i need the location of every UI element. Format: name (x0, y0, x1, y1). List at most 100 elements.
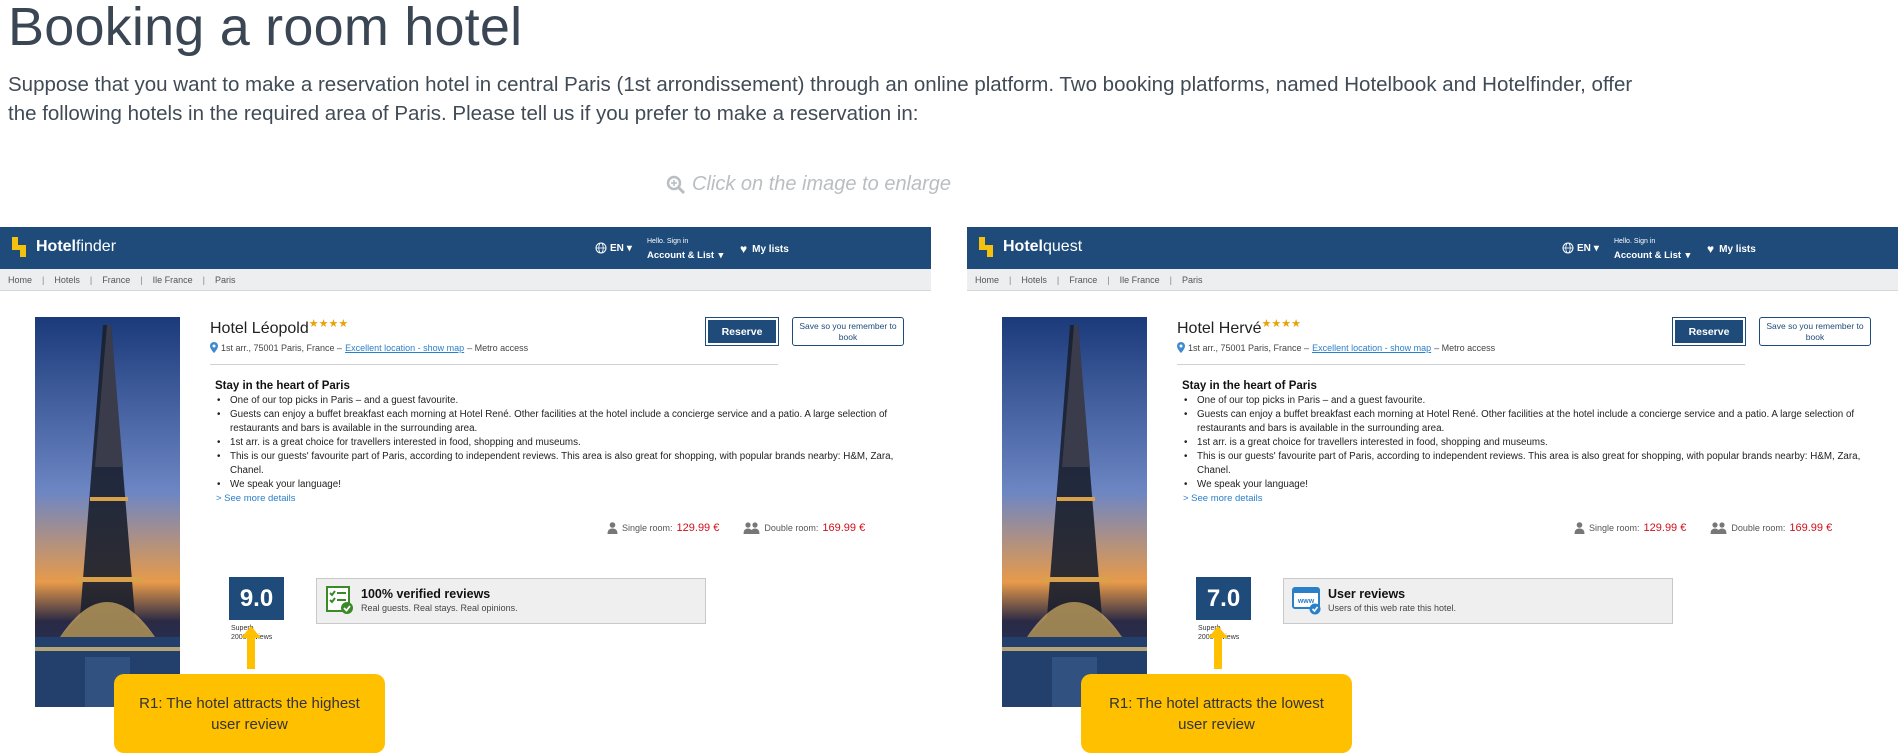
my-lists-link[interactable]: ♥ My lists (740, 242, 789, 256)
breadcrumb-separator: | (202, 274, 205, 285)
hotel-name-label: Hotel Léopold (210, 320, 309, 337)
site-logo[interactable]: Hotel finder (12, 237, 116, 257)
account-label: Account & List (1614, 250, 1682, 261)
breadcrumb-item[interactable]: France (1069, 275, 1097, 285)
single-room-price: 129.99 € (1643, 522, 1687, 534)
hotel-address: 1st arr., 75001 Paris, France – Excellen… (1177, 342, 1495, 353)
breadcrumb-separator: | (1056, 274, 1060, 285)
www-badge-icon: www (1292, 587, 1321, 615)
site-logo[interactable]: Hotel quest (979, 237, 1082, 257)
callout-note: R1: The hotel attracts the highest user … (114, 674, 385, 753)
callout-note: R1: The hotel attracts the lowest user r… (1081, 674, 1352, 753)
enlarge-hint-label: Click on the image to enlarge (692, 173, 952, 195)
see-more-link[interactable]: > See more details (1183, 493, 1262, 504)
review-title: 100% verified reviews (361, 587, 491, 601)
sign-in-greeting: Hello. Sign in (647, 238, 689, 245)
review-info-box: www User reviews Users of this web rate … (1283, 578, 1673, 624)
show-map-link[interactable]: Excellent location - show map (1312, 343, 1431, 353)
map-pin-icon (210, 342, 218, 353)
single-room-label: Single room: (1589, 523, 1640, 533)
map-pin-icon (1177, 342, 1185, 353)
reserve-button[interactable]: Reserve (705, 317, 779, 346)
breadcrumb-separator: | (89, 274, 93, 285)
hotel-name[interactable]: Hotel Léopold★★★★ (210, 318, 349, 338)
chevron-down-icon: ▾ (1593, 242, 1599, 254)
brand-bold: Hotel (36, 238, 76, 255)
breadcrumb-separator: | (42, 274, 45, 285)
breadcrumb-separator: | (1107, 274, 1110, 285)
globe-icon (595, 242, 607, 254)
two-persons-icon (1710, 522, 1727, 534)
my-lists-link[interactable]: ♥ My lists (1707, 242, 1756, 256)
language-label: EN (1577, 242, 1591, 254)
site-header: Hotel quest EN ▾ Hello. Sign in Account &… (967, 227, 1898, 269)
my-lists-label: My lists (1719, 243, 1756, 255)
breadcrumb-item[interactable]: Paris (215, 275, 236, 285)
breadcrumb-item[interactable]: Hotels (54, 275, 80, 285)
breadcrumb-separator: | (140, 274, 143, 285)
account-menu[interactable]: Hello. Sign in Account & List ▾ (1614, 238, 1690, 263)
room-prices: Single room: 129.99 € Double room: 169.9… (1574, 522, 1852, 534)
double-room-label: Double room: (1731, 523, 1786, 533)
up-arrow-icon (241, 626, 261, 669)
reserve-button[interactable]: Reserve (1672, 317, 1746, 346)
breadcrumb-item[interactable]: France (102, 275, 130, 285)
address-text: 1st arr., 75001 Paris, France – (221, 342, 343, 353)
intro-text: Suppose that you want to make a reservat… (8, 73, 1633, 125)
breadcrumb-separator: | (1009, 274, 1012, 285)
globe-icon (1562, 242, 1574, 254)
eiffel-tower-photo[interactable] (35, 317, 180, 707)
description-bullet: One of our top picks in Paris – and a gu… (1184, 394, 1864, 408)
language-selector[interactable]: EN ▾ (595, 242, 632, 254)
description-list: One of our top picks in Paris – and a gu… (217, 394, 897, 492)
breadcrumb-item[interactable]: Home (8, 275, 32, 285)
hotel-address: 1st arr., 75001 Paris, France – Excellen… (210, 342, 528, 353)
my-lists-label: My lists (752, 243, 789, 255)
heart-icon: ♥ (1707, 242, 1715, 256)
description-bullet: This is our guests' favourite part of Pa… (1184, 450, 1864, 478)
description-bullet: We speak your language! (1184, 478, 1864, 492)
breadcrumb-item[interactable]: Ile France (1120, 275, 1160, 285)
hotel-panel-left[interactable]: Hotel finder EN ▾ Hello. Sign in Account … (0, 227, 931, 754)
metro-text: – Metro access (1434, 342, 1496, 353)
breadcrumb-item[interactable]: Ile France (153, 275, 193, 285)
address-text: 1st arr., 75001 Paris, France – (1188, 342, 1310, 353)
enlarge-hint[interactable]: Click on the image to enlarge (666, 173, 951, 196)
see-more-link[interactable]: > See more details (216, 493, 295, 504)
description-bullet: This is our guests' favourite part of Pa… (217, 450, 897, 478)
svg-text:www: www (1297, 598, 1315, 605)
page-title: Booking a room hotel (8, 0, 523, 57)
description-title: Stay in the heart of Paris (215, 380, 350, 392)
double-room-price: 169.99 € (822, 522, 866, 534)
chevron-down-icon: ▾ (718, 250, 724, 261)
hotel-name[interactable]: Hotel Hervé★★★★ (1177, 318, 1301, 338)
show-map-link[interactable]: Excellent location - show map (345, 343, 464, 353)
star-rating: ★★★★ (308, 318, 349, 330)
description-bullet: Guests can enjoy a buffet breakfast each… (217, 408, 897, 436)
up-arrow-icon (1208, 626, 1228, 669)
review-info-box: 100% verified reviews Real guests. Real … (316, 578, 706, 624)
sign-in-greeting: Hello. Sign in (1614, 238, 1656, 245)
double-room-label: Double room: (764, 523, 819, 533)
eiffel-tower-photo[interactable] (1002, 317, 1147, 707)
language-selector[interactable]: EN ▾ (1562, 242, 1599, 254)
breadcrumb-item[interactable]: Paris (1182, 275, 1203, 285)
description-bullet: One of our top picks in Paris – and a gu… (217, 394, 897, 408)
breadcrumb-item[interactable]: Home (975, 275, 999, 285)
brand-light: finder (76, 238, 117, 255)
two-persons-icon (743, 522, 760, 534)
review-score-badge: 9.0 (229, 577, 284, 620)
hotel-panel-right[interactable]: Hotel quest EN ▾ Hello. Sign in Account &… (967, 227, 1898, 754)
breadcrumb-item[interactable]: Hotels (1021, 275, 1047, 285)
checklist-icon (326, 586, 353, 614)
breadcrumb: Home | Hotels | France | Ile France | Paris (967, 269, 1898, 291)
single-room-label: Single room: (622, 523, 673, 533)
brand-light: quest (1043, 238, 1083, 255)
divider (1177, 364, 1745, 365)
save-button[interactable]: Save so you remember to book (1759, 317, 1871, 346)
zoom-icon (666, 175, 686, 194)
account-menu[interactable]: Hello. Sign in Account & List ▾ (647, 238, 723, 263)
save-button[interactable]: Save so you remember to book (792, 317, 904, 346)
hotel-name-label: Hotel Hervé (1177, 320, 1262, 337)
chevron-down-icon: ▾ (1685, 250, 1691, 261)
